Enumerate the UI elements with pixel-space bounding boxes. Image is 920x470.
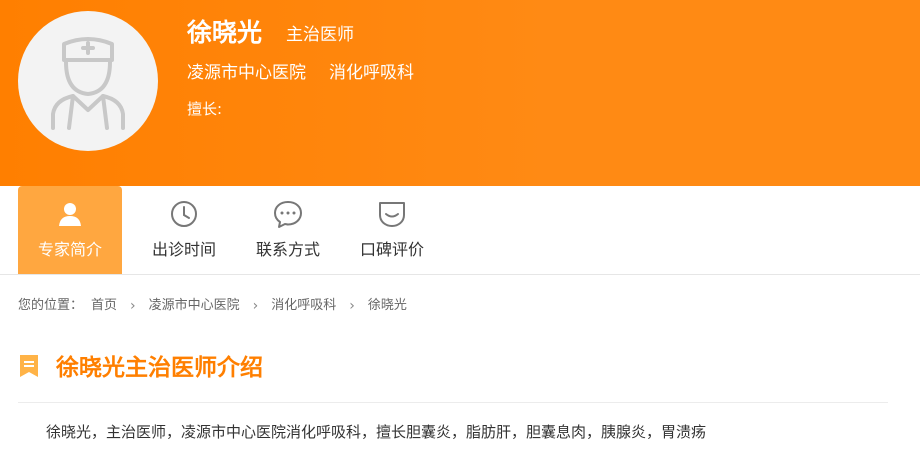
section-title: 徐晓光主治医师介绍 — [56, 355, 263, 381]
breadcrumb-home[interactable]: 首页 — [91, 296, 117, 316]
user-icon — [54, 198, 86, 230]
doctor-department[interactable]: 消化呼吸科 — [329, 60, 414, 86]
doctor-avatar — [18, 11, 158, 151]
bookmark-icon — [18, 353, 40, 383]
tab-intro-label: 专家简介 — [37, 240, 102, 259]
breadcrumb: 您的位置： 首页 › 凌源市中心医院 › 消化呼吸科 › 徐晓光 — [18, 296, 407, 316]
doctor-placeholder-icon — [51, 37, 125, 130]
tab-contact-label: 联系方式 — [255, 240, 320, 259]
doctor-hospital[interactable]: 凌源市中心医院 — [187, 60, 306, 86]
tab-intro[interactable]: 专家简介 — [18, 186, 122, 274]
smile-icon — [376, 198, 408, 230]
clock-icon — [168, 198, 200, 230]
section-header: 徐晓光主治医师介绍 — [18, 350, 263, 386]
doctor-name: 徐晓光 — [187, 18, 263, 47]
profile-tabs: 专家简介 出诊时间 联系方式 口碑评价 — [0, 186, 920, 275]
tab-reviews-label: 口碑评价 — [359, 240, 424, 259]
tab-contact[interactable]: 联系方式 — [236, 186, 340, 274]
tab-schedule-label: 出诊时间 — [151, 240, 216, 259]
doctor-specialty-label: 擅长: — [187, 100, 223, 118]
breadcrumb-department[interactable]: 消化呼吸科 — [271, 296, 336, 316]
tab-schedule[interactable]: 出诊时间 — [132, 186, 236, 274]
chat-icon — [272, 198, 304, 230]
doctor-header: 徐晓光 主治医师 凌源市中心医院 消化呼吸科 擅长: — [0, 0, 920, 186]
chevron-right-icon: › — [252, 298, 259, 314]
tab-reviews[interactable]: 口碑评价 — [340, 186, 444, 274]
doctor-title: 主治医师 — [286, 25, 354, 45]
breadcrumb-hospital[interactable]: 凌源市中心医院 — [149, 296, 240, 316]
chevron-right-icon: › — [130, 298, 136, 314]
doctor-intro-text: 徐晓光，主治医师，凌源市中心医院消化呼吸科，擅长胆囊炎，脂肪肝，胆囊息肉，胰腺炎… — [46, 423, 707, 441]
breadcrumb-prefix: 您的位置： — [18, 298, 84, 313]
section-divider — [18, 402, 888, 403]
chevron-right-icon: › — [349, 298, 355, 314]
breadcrumb-doctor[interactable]: 徐晓光 — [368, 296, 407, 316]
